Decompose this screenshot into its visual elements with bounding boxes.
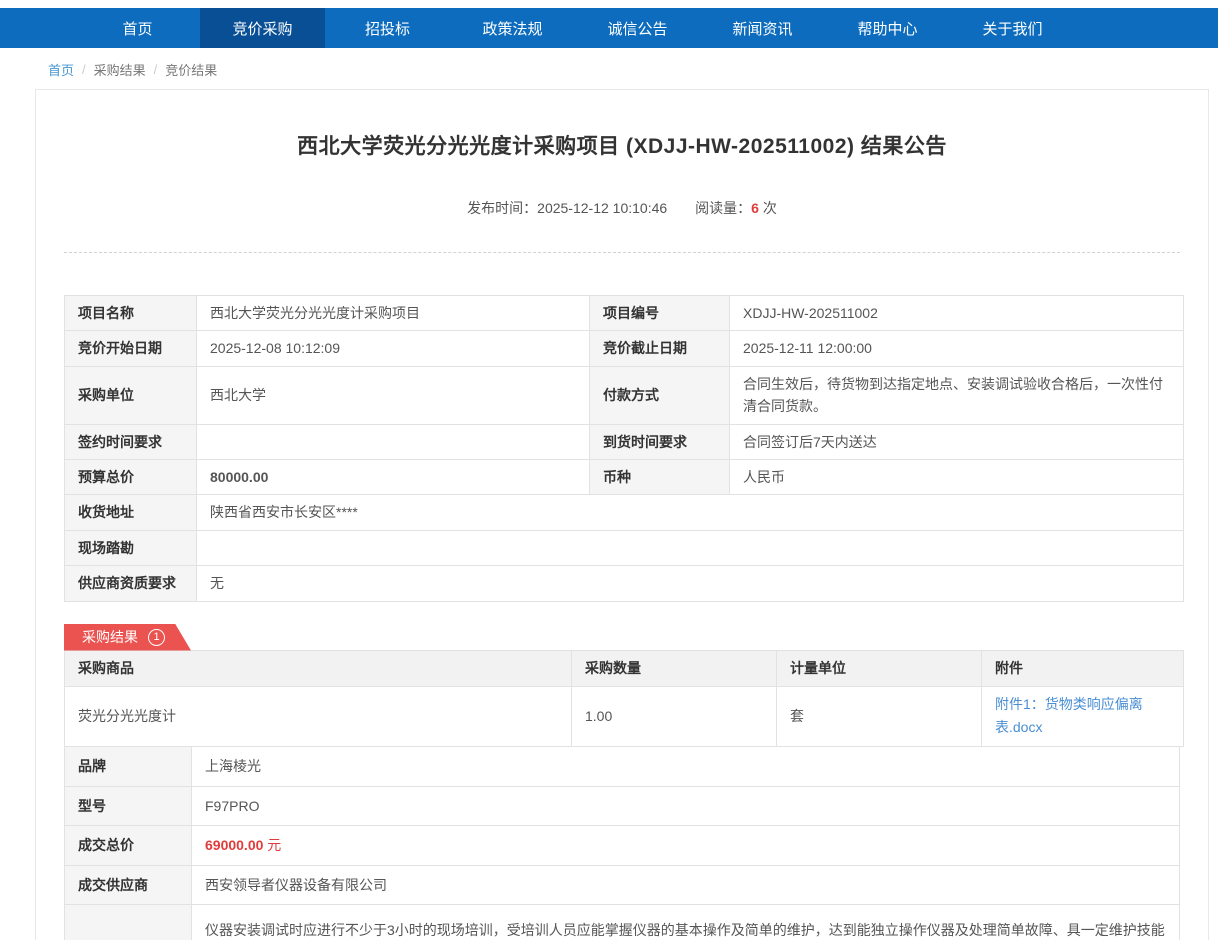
label-model: 型号 — [65, 786, 192, 826]
table-row: 质保及售后服务 仪器安装调试时应进行不少于3小时的现场培训，受培训人员应能掌握仪… — [65, 905, 1180, 940]
label-budget-total: 预算总价 — [65, 459, 197, 494]
table-header-row: 采购商品 采购数量 计量单位 附件 — [65, 650, 1184, 686]
label-bid-start: 竞价开始日期 — [65, 331, 197, 366]
nav-item-bidding-purchase[interactable]: 竞价采购 — [200, 8, 325, 48]
value-supplier-qualification: 无 — [197, 566, 1184, 601]
breadcrumb-separator: / — [154, 62, 158, 77]
label-currency: 币种 — [590, 459, 730, 494]
value-quantity: 1.00 — [572, 686, 777, 747]
announcement-card: 西北大学荧光分光光度计采购项目 (XDJJ-HW-202511002) 结果公告… — [35, 89, 1209, 940]
label-warranty-service: 质保及售后服务 — [65, 905, 192, 940]
table-row: 品牌 上海棱光 — [65, 747, 1180, 787]
project-info-table: 项目名称 西北大学荧光分光光度计采购项目 项目编号 XDJJ-HW-202511… — [64, 295, 1184, 602]
label-payment-method: 付款方式 — [590, 366, 730, 424]
col-header-attachment: 附件 — [982, 650, 1184, 686]
table-row: 采购单位 西北大学 付款方式 合同生效后，待货物到达指定地点、安装调试验收合格后… — [65, 366, 1184, 424]
nav-item-news[interactable]: 新闻资讯 — [700, 8, 825, 48]
col-header-quantity: 采购数量 — [572, 650, 777, 686]
label-brand: 品牌 — [65, 747, 192, 787]
breadcrumb-bidding-result: 竞价结果 — [165, 60, 217, 79]
label-delivery-time: 到货时间要求 — [590, 424, 730, 459]
value-payment-method: 合同生效后，待货物到达指定地点、安装调试验收合格后，一次性付清合同货款。 — [730, 366, 1184, 424]
breadcrumb-purchase-result[interactable]: 采购结果 — [94, 60, 146, 79]
result-count-badge: 1 — [148, 629, 165, 646]
label-supplier-qualification: 供应商资质要求 — [65, 566, 197, 601]
views-label: 阅读量： — [695, 200, 751, 216]
nav-item-policy[interactable]: 政策法规 — [450, 8, 575, 48]
page-title: 西北大学荧光分光光度计采购项目 (XDJJ-HW-202511002) 结果公告 — [64, 130, 1180, 160]
label-signing-time: 签约时间要求 — [65, 424, 197, 459]
table-row: 荧光分光光度计 1.00 套 附件1：货物类响应偏离表.docx — [65, 686, 1184, 747]
deal-price-unit: 元 — [267, 837, 281, 853]
value-deal-supplier: 西安领导者仪器设备有限公司 — [192, 865, 1180, 905]
value-deal-price: 69000.00 — [205, 837, 263, 853]
value-budget-total: 80000.00 — [197, 459, 590, 494]
table-row: 供应商资质要求 无 — [65, 566, 1184, 601]
table-row: 竞价开始日期 2025-12-08 10:12:09 竞价截止日期 2025-1… — [65, 331, 1184, 366]
views-count: 6 — [751, 200, 759, 216]
publish-time-value: 2025-12-12 10:10:46 — [537, 200, 667, 216]
label-bid-end: 竞价截止日期 — [590, 331, 730, 366]
label-purchaser: 采购单位 — [65, 366, 197, 424]
value-warranty-service: 仪器安装调试时应进行不少于3小时的现场培训，受培训人员应能掌握仪器的基本操作及简… — [192, 905, 1180, 940]
col-header-product: 采购商品 — [65, 650, 572, 686]
breadcrumb-home[interactable]: 首页 — [48, 60, 74, 79]
breadcrumb: 首页 / 采购结果 / 竞价结果 — [0, 48, 1218, 89]
nav-item-about[interactable]: 关于我们 — [950, 8, 1075, 48]
nav-item-tender[interactable]: 招投标 — [325, 8, 450, 48]
attachment-link[interactable]: 附件1：货物类响应偏离表.docx — [995, 693, 1170, 741]
value-bid-end: 2025-12-11 12:00:00 — [730, 331, 1184, 366]
label-project-name: 项目名称 — [65, 296, 197, 331]
publish-time-label: 发布时间： — [467, 200, 537, 216]
table-row: 项目名称 西北大学荧光分光光度计采购项目 项目编号 XDJJ-HW-202511… — [65, 296, 1184, 331]
value-project-code: XDJJ-HW-202511002 — [730, 296, 1184, 331]
label-deal-price: 成交总价 — [65, 826, 192, 866]
value-project-name: 西北大学荧光分光光度计采购项目 — [197, 296, 590, 331]
value-bid-start: 2025-12-08 10:12:09 — [197, 331, 590, 366]
table-row: 预算总价 80000.00 币种 人民币 — [65, 459, 1184, 494]
table-row: 现场踏勘 — [65, 530, 1184, 565]
tab-purchase-result-label: 采购结果 — [82, 627, 138, 647]
deal-detail-table: 品牌 上海棱光 型号 F97PRO 成交总价 69000.00 元 成交供应商 … — [64, 746, 1180, 940]
value-purchaser: 西北大学 — [197, 366, 590, 424]
table-row: 成交总价 69000.00 元 — [65, 826, 1180, 866]
nav-item-integrity[interactable]: 诚信公告 — [575, 8, 700, 48]
value-model: F97PRO — [192, 786, 1180, 826]
value-delivery-address: 陕西省西安市长安区**** — [197, 495, 1184, 530]
table-row: 签约时间要求 到货时间要求 合同签订后7天内送达 — [65, 424, 1184, 459]
tab-purchase-result[interactable]: 采购结果 1 — [64, 624, 191, 651]
views-unit: 次 — [763, 200, 777, 216]
label-delivery-address: 收货地址 — [65, 495, 197, 530]
label-site-survey: 现场踏勘 — [65, 530, 197, 565]
table-row: 型号 F97PRO — [65, 786, 1180, 826]
value-signing-time — [197, 424, 590, 459]
table-row: 收货地址 陕西省西安市长安区**** — [65, 495, 1184, 530]
col-header-unit: 计量单位 — [777, 650, 982, 686]
value-currency: 人民币 — [730, 459, 1184, 494]
top-strip — [0, 0, 1218, 8]
label-project-code: 项目编号 — [590, 296, 730, 331]
nav-item-home[interactable]: 首页 — [75, 8, 200, 48]
table-row: 成交供应商 西安领导者仪器设备有限公司 — [65, 865, 1180, 905]
nav-item-help[interactable]: 帮助中心 — [825, 8, 950, 48]
purchase-result-table: 采购商品 采购数量 计量单位 附件 荧光分光光度计 1.00 套 附件1：货物类… — [64, 650, 1184, 748]
value-unit: 套 — [777, 686, 982, 747]
label-deal-supplier: 成交供应商 — [65, 865, 192, 905]
value-product-name: 荧光分光光度计 — [65, 686, 572, 747]
breadcrumb-separator: / — [82, 62, 86, 77]
main-nav: 首页 竞价采购 招投标 政策法规 诚信公告 新闻资讯 帮助中心 关于我们 — [0, 8, 1218, 48]
value-site-survey — [197, 530, 1184, 565]
value-delivery-time: 合同签订后7天内送达 — [730, 424, 1184, 459]
article-meta: 发布时间：2025-12-12 10:10:46 阅读量：6 次 — [64, 198, 1180, 218]
value-brand: 上海棱光 — [192, 747, 1180, 787]
